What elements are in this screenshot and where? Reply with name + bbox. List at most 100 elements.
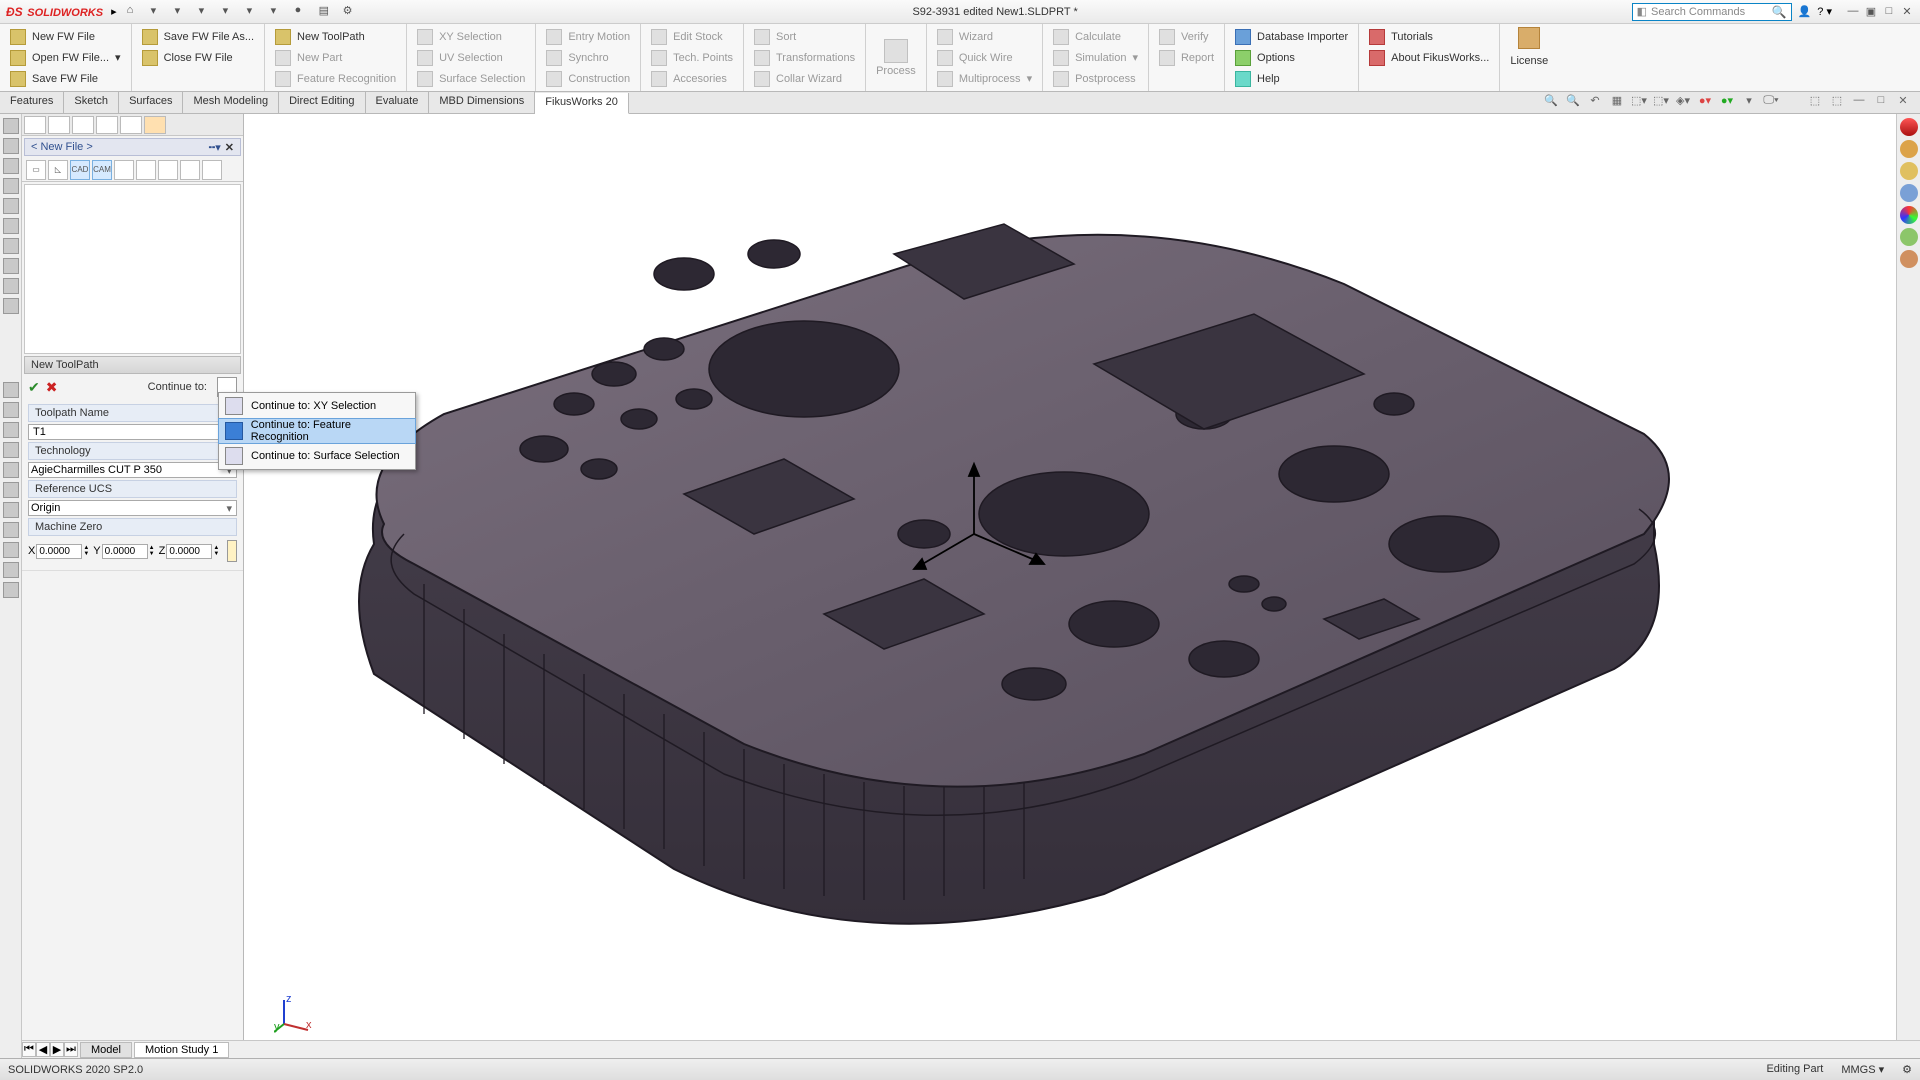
- hide-show-icon[interactable]: ◈▾: [1674, 94, 1692, 112]
- cam-mode-button[interactable]: CAM: [92, 160, 112, 180]
- close-fw-file-button[interactable]: Close FW File: [138, 49, 258, 67]
- tab-sketch[interactable]: Sketch: [64, 92, 119, 113]
- tab-nav-first-icon[interactable]: ⏮: [22, 1042, 36, 1057]
- property-manager-tab[interactable]: [48, 116, 70, 134]
- mini-tool-icon[interactable]: [202, 160, 222, 180]
- search-icon[interactable]: 🔍: [1772, 5, 1787, 19]
- new-toolpath-button[interactable]: New ToolPath: [271, 28, 400, 46]
- cad-mode-button[interactable]: CAD: [70, 160, 90, 180]
- zoom-fit-icon[interactable]: 🔍: [1542, 94, 1560, 112]
- options-button[interactable]: Options: [1231, 49, 1352, 67]
- previous-view-icon[interactable]: ↶: [1586, 94, 1604, 112]
- settings-gear-icon[interactable]: ⚙: [343, 4, 359, 20]
- zoom-area-icon[interactable]: 🔍: [1564, 94, 1582, 112]
- left-tool-icon[interactable]: [3, 298, 19, 314]
- left-tool-icon[interactable]: [3, 522, 19, 538]
- file-header[interactable]: < New File > ╍▾ ✕: [24, 138, 241, 156]
- save-fw-file-as-button[interactable]: Save FW File As...: [138, 28, 258, 46]
- graphics-viewport[interactable]: z x y: [244, 114, 1896, 1058]
- tab-nav-prev-icon[interactable]: ◀: [36, 1042, 50, 1057]
- section-view-icon[interactable]: ▦: [1608, 94, 1626, 112]
- motion-study-tab[interactable]: Motion Study 1: [134, 1042, 229, 1058]
- tab-features[interactable]: Features: [0, 92, 64, 113]
- appearance-icon[interactable]: ●▾: [1696, 94, 1714, 112]
- close-button[interactable]: ✕: [1900, 5, 1914, 18]
- minimize-button[interactable]: —: [1846, 5, 1860, 18]
- left-tool-icon[interactable]: [3, 582, 19, 598]
- design-library-tab[interactable]: [1900, 140, 1918, 158]
- help-icon[interactable]: ? ▾: [1817, 5, 1832, 18]
- display-style-icon[interactable]: ⬚▾: [1652, 94, 1670, 112]
- undo-icon[interactable]: ▾: [247, 4, 263, 20]
- spinner-icon[interactable]: ▲▼: [213, 545, 219, 557]
- left-tool-icon[interactable]: [3, 442, 19, 458]
- login-icon[interactable]: 👤: [1798, 5, 1812, 18]
- cancel-button[interactable]: ✖: [46, 379, 58, 396]
- tab-surfaces[interactable]: Surfaces: [119, 92, 183, 113]
- status-units[interactable]: MMGS ▾: [1841, 1063, 1884, 1076]
- continue-feature-recognition-item[interactable]: Continue to: Feature Recognition: [218, 418, 416, 444]
- file-header-dropdown-icon[interactable]: ╍▾: [209, 141, 221, 154]
- left-tool-icon[interactable]: [3, 258, 19, 274]
- restore-button[interactable]: ▣: [1864, 5, 1878, 18]
- model-tab[interactable]: Model: [80, 1042, 132, 1058]
- spinner-icon[interactable]: ▲▼: [83, 545, 89, 557]
- viewport-link-icon[interactable]: ⬚: [1828, 94, 1846, 112]
- view-palette-tab[interactable]: [1900, 184, 1918, 202]
- tree-area[interactable]: [24, 184, 241, 354]
- about-button[interactable]: About FikusWorks...: [1365, 49, 1493, 67]
- machine-zero-x-input[interactable]: [36, 544, 82, 559]
- tab-direct-editing[interactable]: Direct Editing: [279, 92, 365, 113]
- mini-tool-icon[interactable]: ◺: [48, 160, 68, 180]
- viewport-single-icon[interactable]: ⬚: [1806, 94, 1824, 112]
- left-tool-icon[interactable]: [3, 118, 19, 134]
- database-importer-button[interactable]: Database Importer: [1231, 28, 1352, 46]
- viewport-max-icon[interactable]: □: [1872, 94, 1890, 112]
- custom-properties-tab[interactable]: [1900, 228, 1918, 246]
- tab-mesh-modeling[interactable]: Mesh Modeling: [183, 92, 279, 113]
- tab-nav-last-icon[interactable]: ⏭: [64, 1042, 78, 1057]
- tab-evaluate[interactable]: Evaluate: [366, 92, 430, 113]
- pick-point-button[interactable]: [227, 540, 237, 562]
- mini-tool-icon[interactable]: [180, 160, 200, 180]
- menu-dropdown-icon[interactable]: ▸: [111, 5, 117, 18]
- view-orientation-icon[interactable]: ⬚▾: [1630, 94, 1648, 112]
- left-tool-icon[interactable]: [3, 502, 19, 518]
- left-tool-icon[interactable]: [3, 238, 19, 254]
- new-doc-icon[interactable]: ▾: [151, 4, 167, 20]
- file-explorer-tab[interactable]: [1900, 162, 1918, 180]
- viewport-close-icon[interactable]: ✕: [1894, 94, 1912, 112]
- accept-button[interactable]: ✔: [28, 379, 40, 396]
- tab-fikusworks[interactable]: FikusWorks 20: [535, 93, 629, 114]
- forum-tab[interactable]: [1900, 250, 1918, 268]
- machine-zero-z-input[interactable]: [166, 544, 212, 559]
- configuration-manager-tab[interactable]: [72, 116, 94, 134]
- dimxpert-manager-tab[interactable]: [96, 116, 118, 134]
- file-header-close-icon[interactable]: ✕: [225, 141, 234, 154]
- appearances-tab[interactable]: [1900, 206, 1918, 224]
- continue-xy-selection-item[interactable]: Continue to: XY Selection: [219, 393, 415, 419]
- options-icon[interactable]: ▤: [319, 4, 335, 20]
- save-icon[interactable]: ▾: [199, 4, 215, 20]
- home-icon[interactable]: ⌂: [127, 4, 143, 20]
- left-tool-icon[interactable]: [3, 278, 19, 294]
- solidworks-resources-tab[interactable]: [1900, 118, 1918, 136]
- display-manager-tab[interactable]: [120, 116, 142, 134]
- new-fw-file-button[interactable]: New FW File: [6, 28, 125, 46]
- spinner-icon[interactable]: ▲▼: [149, 545, 155, 557]
- technology-select[interactable]: AgieCharmilles CUT P 350: [28, 462, 237, 478]
- left-tool-icon[interactable]: [3, 562, 19, 578]
- help-button[interactable]: Help: [1231, 70, 1352, 88]
- left-tool-icon[interactable]: [3, 218, 19, 234]
- left-tool-icon[interactable]: [3, 542, 19, 558]
- left-tool-icon[interactable]: [3, 482, 19, 498]
- toolpath-name-input[interactable]: [28, 424, 237, 440]
- search-commands-input[interactable]: ◧ Search Commands 🔍: [1632, 3, 1792, 21]
- tab-nav-next-icon[interactable]: ▶: [50, 1042, 64, 1057]
- mini-tool-icon[interactable]: ▭: [26, 160, 46, 180]
- reference-ucs-select[interactable]: Origin: [28, 500, 237, 516]
- cam-manager-tab[interactable]: [144, 116, 166, 134]
- display-icon[interactable]: 🖵▾: [1762, 94, 1780, 112]
- render-icon[interactable]: ▾: [1740, 94, 1758, 112]
- left-tool-icon[interactable]: [3, 462, 19, 478]
